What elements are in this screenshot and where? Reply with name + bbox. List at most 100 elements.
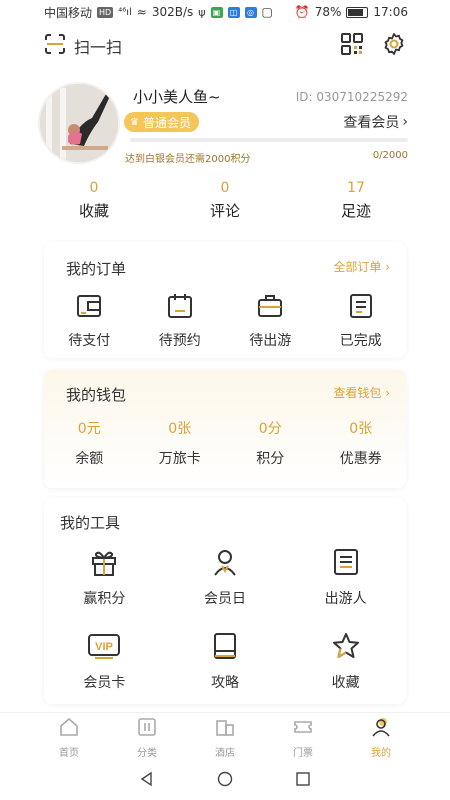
notification-icon-2: ◫	[227, 6, 240, 18]
wallet-value: 0张	[349, 421, 373, 437]
view-wallet-link[interactable]: 查看钱包 ›	[333, 384, 390, 401]
signal-icon: ⁴⁶ıl	[118, 6, 132, 18]
wallet-label: 万旅卡	[158, 451, 201, 467]
back-icon[interactable]	[139, 771, 155, 791]
tool-label: 会员日	[203, 591, 246, 607]
wallet-label: 优惠券	[339, 451, 382, 467]
tool-member-day[interactable]: 会员日	[165, 544, 286, 608]
progress-text: 达到白银会员还需2000积分	[125, 154, 251, 165]
tools-card: 我的工具 赢积分 会员日 出游人 VIP 会员卡 攻略 收藏	[44, 498, 406, 704]
guide-book-icon	[165, 628, 286, 664]
alarm-icon: ⏰	[294, 5, 310, 19]
tool-guides[interactable]: 攻略	[165, 628, 286, 692]
status-left: 中国移动 HD ⁴⁶ıl ≈ 302B/s ψ ▣ ◫ ◎ ▢	[44, 4, 273, 21]
stat-favorites[interactable]: 0 收藏	[64, 180, 124, 221]
nav-label: 酒店	[215, 748, 235, 759]
order-label: 待预约	[158, 333, 201, 349]
stat-value: 0	[89, 180, 99, 196]
home-circle-icon[interactable]	[217, 771, 233, 791]
nav-home[interactable]: 首页	[39, 713, 99, 762]
traveler-list-icon	[285, 544, 406, 580]
stat-comments[interactable]: 0 评论	[195, 180, 255, 221]
wallet-points[interactable]: 0分 积分	[225, 418, 316, 468]
view-member-label: 查看会员	[343, 115, 400, 131]
view-wallet-label: 查看钱包	[333, 386, 382, 400]
avatar[interactable]	[38, 82, 120, 164]
status-bar: 中国移动 HD ⁴⁶ıl ≈ 302B/s ψ ▣ ◫ ◎ ▢ ⏰ 78% 17…	[0, 0, 450, 24]
order-label: 待支付	[68, 333, 111, 349]
order-completed[interactable]: 已完成	[316, 290, 407, 350]
usb-icon: ψ	[198, 5, 206, 19]
battery-icon	[346, 6, 369, 18]
stat-label: 收藏	[78, 202, 109, 220]
order-pending-payment[interactable]: 待支付	[44, 290, 135, 350]
tool-travelers[interactable]: 出游人	[285, 544, 406, 608]
member-id: ID: 030710225292	[295, 90, 408, 104]
member-level-badge: ♛ 普通会员	[124, 112, 199, 132]
wallet-label: 余额	[75, 451, 104, 467]
tool-label: 收藏	[331, 675, 360, 691]
bottom-nav: 首页 分类 酒店 门票 我的	[0, 712, 450, 762]
tool-earn-points[interactable]: 赢积分	[44, 544, 165, 608]
order-label: 已完成	[339, 333, 382, 349]
vip-card-icon: VIP	[44, 628, 165, 664]
wallet-value: 0张	[168, 421, 192, 437]
member-day-icon	[165, 544, 286, 580]
stat-footprints[interactable]: 17 足迹	[326, 180, 386, 221]
tool-label: 攻略	[210, 675, 239, 691]
nav-hotel[interactable]: 酒店	[195, 713, 255, 762]
nav-category[interactable]: 分类	[117, 713, 177, 762]
wallet-card: 我的钱包 查看钱包 › 0元 余额 0张 万旅卡 0分 积分 0张 优惠券	[44, 370, 406, 488]
network-speed: 302B/s	[151, 5, 194, 19]
tool-label: 会员卡	[83, 675, 126, 691]
nav-label: 我的	[371, 748, 391, 759]
gift-icon	[44, 544, 165, 580]
chevron-right-icon: ›	[402, 114, 408, 130]
nickname: 小小美人鱼~	[133, 88, 221, 106]
top-bar: 扫一扫	[0, 28, 450, 64]
orders-grid: 待支付 待预约 待出游 已完成	[44, 290, 406, 350]
scan-button[interactable]: 扫一扫	[44, 33, 122, 59]
all-orders-link[interactable]: 全部订单 ›	[333, 258, 390, 275]
wallet-coupons[interactable]: 0张 优惠券	[316, 418, 407, 468]
wallet-travel-card[interactable]: 0张 万旅卡	[135, 418, 226, 468]
star-icon	[285, 628, 406, 664]
chevron-right-icon: ›	[385, 260, 390, 274]
view-member-link[interactable]: 查看会员 ›	[343, 112, 408, 132]
tools-grid-row-2: VIP 会员卡 攻略 收藏	[44, 628, 406, 692]
app-notification-icon: ▣	[210, 6, 223, 18]
orders-title: 我的订单	[66, 260, 127, 278]
scan-icon	[44, 33, 66, 59]
stat-value: 17	[347, 180, 365, 196]
stat-label: 评论	[209, 202, 240, 220]
nav-label: 门票	[293, 748, 313, 759]
qr-code-icon[interactable]	[340, 32, 364, 60]
stats-row: 0 收藏 0 评论 17 足迹	[44, 180, 406, 224]
vip-card-text: VIP	[95, 641, 113, 653]
tool-member-card[interactable]: VIP 会员卡	[44, 628, 165, 692]
tool-label: 出游人	[324, 591, 367, 607]
tool-favorites[interactable]: 收藏	[285, 628, 406, 692]
settings-gear-icon[interactable]	[382, 32, 406, 60]
stat-label: 足迹	[340, 202, 371, 220]
wallet-icon	[44, 290, 135, 322]
wallet-label: 积分	[256, 451, 285, 467]
chevron-right-icon: ›	[385, 386, 390, 400]
scan-label: 扫一扫	[74, 38, 123, 57]
order-pending-booking[interactable]: 待预约	[135, 290, 226, 350]
profile-header: 小小美人鱼~ ID: 030710225292 ♛ 普通会员 查看会员 › 达到…	[38, 78, 408, 178]
suitcase-icon	[225, 290, 316, 322]
carrier-label: 中国移动	[44, 5, 93, 20]
recents-square-icon[interactable]	[295, 771, 311, 791]
all-orders-label: 全部订单	[333, 260, 382, 274]
wallet-balance[interactable]: 0元 余额	[44, 418, 135, 468]
tool-label: 赢积分	[83, 591, 126, 607]
wifi-icon: ≈	[136, 5, 147, 19]
nav-tickets[interactable]: 门票	[273, 713, 333, 762]
wallet-grid: 0元 余额 0张 万旅卡 0分 积分 0张 优惠券	[44, 418, 406, 468]
more-notification-icon: ▢	[261, 5, 273, 19]
nav-profile[interactable]: 我的	[351, 713, 411, 762]
clock-time: 17:06	[373, 5, 408, 19]
document-icon	[316, 290, 407, 322]
order-pending-travel[interactable]: 待出游	[225, 290, 316, 350]
